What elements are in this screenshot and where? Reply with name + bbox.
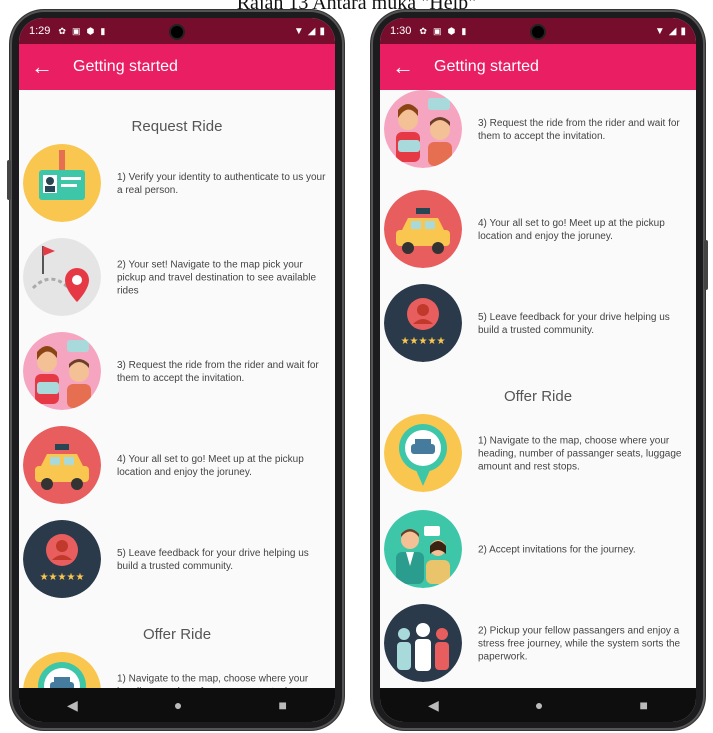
section-title-offer: Offer Ride bbox=[142, 626, 212, 643]
screen-right: 1:30 ✿ ▣ ⬢ ▮ ▼ ◢ ▮ ← Getting started 3) … bbox=[380, 18, 696, 722]
svg-text:★★★★★: ★★★★★ bbox=[401, 336, 446, 347]
shield-status-icon: ⬢ bbox=[447, 25, 456, 36]
sim-status-icon: ▮ bbox=[461, 25, 467, 36]
help-content[interactable]: 3) Request the ride from the rider and w… bbox=[380, 90, 696, 692]
help-item-text: 5) Leave feedback for your drive helping… bbox=[117, 548, 309, 572]
arrow-back-icon[interactable]: ← bbox=[380, 54, 426, 80]
chat-people-icon bbox=[384, 90, 462, 168]
help-item: 4) Your all set to go! Meet up at the pi… bbox=[23, 426, 331, 506]
back-nav-icon[interactable]: ◀ bbox=[67, 697, 78, 714]
help-item-text: 2) Pickup your fellow passangers and enj… bbox=[478, 625, 681, 663]
help-item-text: 1) Verify your identity to authenticate … bbox=[117, 172, 326, 196]
help-item: 2) Your set! Navigate to the map pick yo… bbox=[23, 238, 331, 318]
help-item: 2) Pickup your fellow passangers and enj… bbox=[384, 604, 692, 684]
recents-nav-icon[interactable]: ■ bbox=[639, 697, 647, 713]
camera-cutout bbox=[530, 24, 546, 40]
nav-bar: ◀ ● ■ bbox=[19, 688, 335, 722]
notification-status-icon: ▣ bbox=[432, 25, 442, 36]
status-time: 1:29 bbox=[29, 25, 51, 37]
page-title: Getting started bbox=[434, 58, 539, 75]
help-item: 1) Verify your identity to authenticate … bbox=[23, 144, 331, 224]
phone-right: 1:30 ✿ ▣ ⬢ ▮ ▼ ◢ ▮ ← Getting started 3) … bbox=[371, 10, 708, 730]
help-item: 1) Navigate to the map, choose where you… bbox=[23, 652, 331, 692]
help-item: 1) Navigate to the map, choose where you… bbox=[384, 414, 692, 494]
help-item-text: 3) Request the ride from the rider and w… bbox=[478, 118, 680, 142]
recents-nav-icon[interactable]: ■ bbox=[278, 697, 286, 713]
nav-bar: ◀ ● ■ bbox=[380, 688, 696, 722]
status-time: 1:30 bbox=[390, 25, 412, 37]
power-button bbox=[704, 240, 708, 290]
car-pin-icon bbox=[23, 652, 101, 692]
section-title-request: Request Ride bbox=[131, 118, 223, 135]
id-card-icon bbox=[23, 144, 101, 222]
help-item-text: 5) Leave feedback for your drive helping… bbox=[478, 312, 670, 336]
chat-people-icon bbox=[23, 332, 101, 410]
wifi-icon: ▼ bbox=[654, 25, 665, 37]
home-nav-icon[interactable]: ● bbox=[174, 697, 182, 713]
app-bar: ← Getting started bbox=[380, 44, 696, 90]
handshake-icon bbox=[384, 510, 462, 588]
help-item: 3) Request the ride from the rider and w… bbox=[23, 332, 331, 412]
help-item-text: 4) Your all set to go! Meet up at the pi… bbox=[117, 454, 304, 478]
help-item: 4) Your all set to go! Meet up at the pi… bbox=[384, 190, 692, 270]
svg-text:★★★★★: ★★★★★ bbox=[40, 572, 85, 583]
sim-status-icon: ▮ bbox=[100, 25, 106, 36]
settings-status-icon: ✿ bbox=[58, 25, 66, 36]
phone-left: 1:29 ✿ ▣ ⬢ ▮ ▼ ◢ ▮ ← Getting started Req… bbox=[7, 10, 344, 730]
arrow-back-icon[interactable]: ← bbox=[19, 54, 65, 80]
shield-status-icon: ⬢ bbox=[86, 25, 95, 36]
wifi-icon: ▼ bbox=[293, 25, 304, 37]
help-item-text: 4) Your all set to go! Meet up at the pi… bbox=[478, 218, 665, 242]
help-item-text: 2) Your set! Navigate to the map pick yo… bbox=[117, 259, 317, 297]
rating-icon: ★★★★★ bbox=[23, 520, 101, 598]
signal-icon: ◢ bbox=[668, 25, 677, 37]
camera-cutout bbox=[169, 24, 185, 40]
app-bar: ← Getting started bbox=[19, 44, 335, 90]
help-item-text: 2) Accept invitations for the journey. bbox=[478, 544, 636, 556]
page-title: Getting started bbox=[73, 58, 178, 75]
help-content[interactable]: Request Ride 1) Verify your identity to … bbox=[19, 90, 335, 692]
taxi-icon bbox=[384, 190, 462, 268]
group-icon bbox=[384, 604, 462, 682]
screen-left: 1:29 ✿ ▣ ⬢ ▮ ▼ ◢ ▮ ← Getting started Req… bbox=[19, 18, 335, 722]
section-title-offer: Offer Ride bbox=[503, 388, 573, 405]
help-item: ★★★★★ 5) Leave feedback for your drive h… bbox=[384, 284, 692, 364]
help-item-text: 1) Navigate to the map, choose where you… bbox=[478, 435, 682, 473]
battery-icon: ▮ bbox=[319, 25, 325, 37]
car-pin-icon bbox=[384, 414, 462, 492]
help-item-text: 3) Request the ride from the rider and w… bbox=[117, 360, 319, 384]
help-item: 3) Request the ride from the rider and w… bbox=[384, 90, 692, 170]
battery-icon: ▮ bbox=[680, 25, 686, 37]
rating-icon: ★★★★★ bbox=[384, 284, 462, 362]
settings-status-icon: ✿ bbox=[419, 25, 427, 36]
home-nav-icon[interactable]: ● bbox=[535, 697, 543, 713]
signal-icon: ◢ bbox=[307, 25, 316, 37]
back-nav-icon[interactable]: ◀ bbox=[428, 697, 439, 714]
help-item: 2) Accept invitations for the journey. bbox=[384, 510, 692, 590]
map-pin-icon bbox=[23, 238, 101, 316]
taxi-icon bbox=[23, 426, 101, 504]
volume-button bbox=[7, 160, 11, 200]
help-item: ★★★★★ 5) Leave feedback for your drive h… bbox=[23, 520, 331, 600]
notification-status-icon: ▣ bbox=[71, 25, 81, 36]
